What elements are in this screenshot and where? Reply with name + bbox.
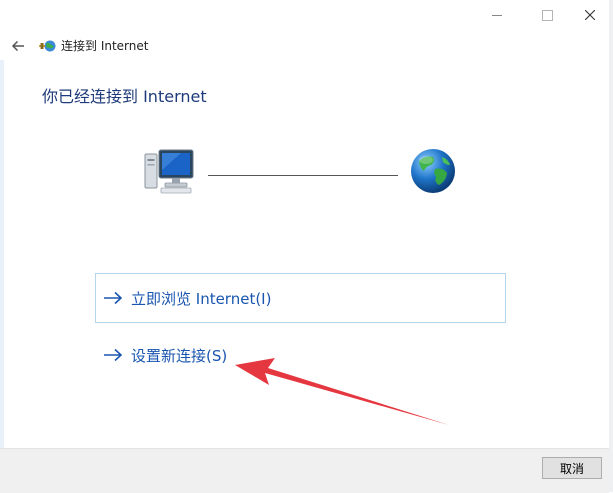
maximize-button[interactable] — [524, 0, 570, 30]
minimize-button[interactable] — [474, 0, 520, 30]
connection-line — [208, 175, 398, 176]
arrow-right-icon — [104, 291, 123, 305]
browse-internet-link[interactable]: 立即浏览 Internet(I) — [95, 273, 506, 323]
annotation-arrow — [235, 358, 449, 425]
window-left-border — [0, 60, 4, 460]
minimize-icon — [492, 14, 502, 16]
footer-bar — [0, 448, 609, 493]
close-icon — [585, 10, 595, 20]
cancel-button[interactable]: 取消 — [542, 457, 602, 479]
computer-icon — [144, 149, 194, 194]
globe-icon — [411, 149, 455, 193]
arrow-right-icon — [104, 348, 123, 362]
title-bar — [0, 0, 613, 30]
page-heading: 你已经连接到 Internet — [42, 87, 207, 106]
network-connection-icon — [39, 40, 56, 52]
maximize-icon — [541, 9, 553, 21]
window-title: 连接到 Internet — [61, 39, 149, 53]
back-button[interactable] — [8, 36, 28, 56]
setup-new-connection-label: 设置新连接(S) — [131, 346, 228, 365]
close-button[interactable] — [567, 0, 613, 30]
browse-internet-label: 立即浏览 Internet(I) — [131, 289, 272, 308]
window-right-border — [609, 0, 613, 492]
back-arrow-icon — [11, 40, 24, 52]
